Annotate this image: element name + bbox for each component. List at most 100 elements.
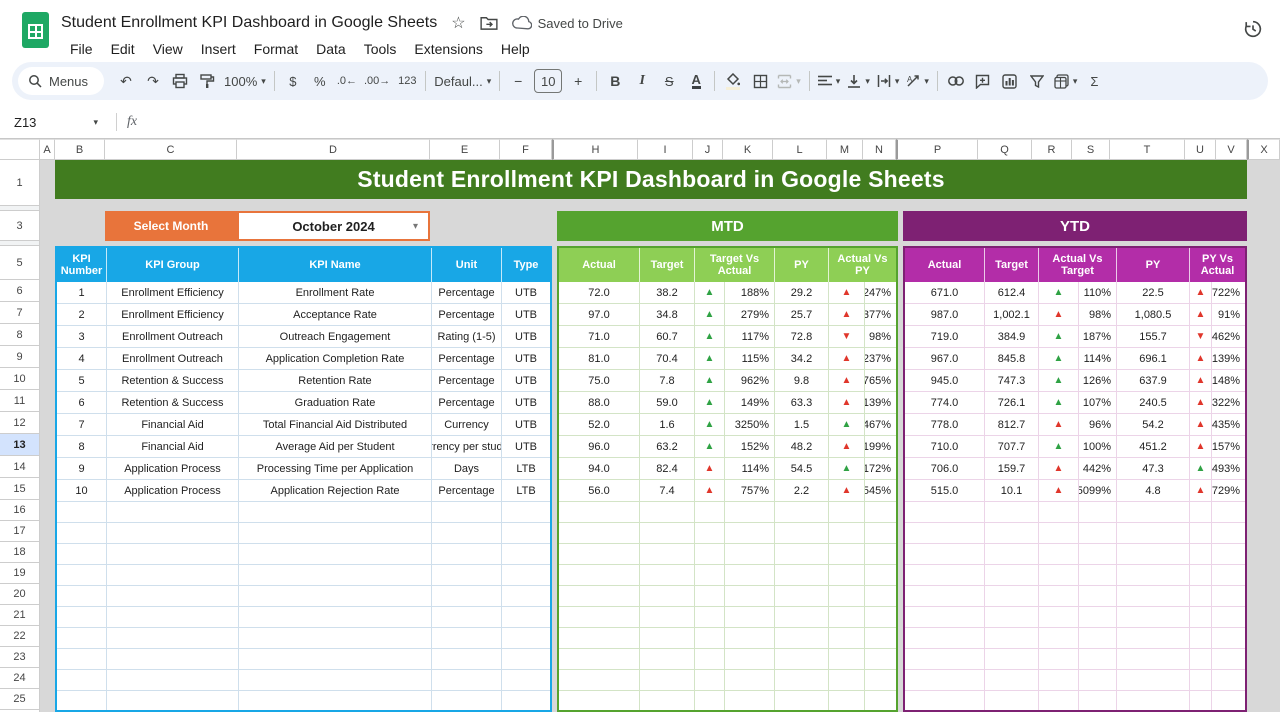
cell-kpi-number[interactable]: 3 <box>57 326 107 348</box>
actual-vs-py-trend-icon[interactable]: ▲ <box>829 392 865 414</box>
cell-mtd-target[interactable]: 59.0 <box>640 392 695 414</box>
cell-kpi-name[interactable]: Enrollment Rate <box>239 282 432 304</box>
column-header-B[interactable]: B <box>55 139 105 160</box>
menu-item-view[interactable]: View <box>144 39 192 59</box>
cell-target-vs-actual[interactable]: 115% <box>725 348 775 370</box>
cell-mtd-target[interactable]: 7.8 <box>640 370 695 392</box>
row-header-11[interactable]: 11 <box>0 390 40 412</box>
cell-actual-vs-target[interactable]: 100% <box>1079 436 1117 458</box>
cell-kpi-name[interactable]: Acceptance Rate <box>239 304 432 326</box>
column-header-N[interactable]: N <box>863 139 896 160</box>
number-format-button[interactable]: 123 <box>394 68 420 94</box>
cell-actual-vs-py[interactable]: 377% <box>865 304 896 326</box>
column-header-I[interactable]: I <box>638 139 693 160</box>
cell-kpi-name[interactable]: Application Rejection Rate <box>239 480 432 502</box>
cell-unit[interactable]: Currency <box>432 414 502 436</box>
cell-ytd-actual[interactable]: 945.0 <box>905 370 985 392</box>
cell-mtd-py[interactable]: 34.2 <box>775 348 829 370</box>
cell-ytd-target[interactable]: 707.7 <box>985 436 1039 458</box>
cell-type[interactable]: UTB <box>502 414 550 436</box>
actual-vs-target-trend-icon[interactable]: ▲ <box>1039 392 1079 414</box>
row-header-16[interactable]: 16 <box>0 500 40 521</box>
cell-mtd-py[interactable]: 48.2 <box>775 436 829 458</box>
cell-py-vs-actual[interactable]: 1493% <box>1212 458 1245 480</box>
cell-kpi-group[interactable]: Enrollment Efficiency <box>107 304 239 326</box>
dashboard-title-banner[interactable]: Student Enrollment KPI Dashboard in Goog… <box>55 160 1247 199</box>
text-rotation-button[interactable]: A <box>903 68 932 94</box>
column-header-R[interactable]: R <box>1032 139 1072 160</box>
cell-unit[interactable]: Percentage <box>432 282 502 304</box>
cell-kpi-number[interactable]: 6 <box>57 392 107 414</box>
cell-mtd-py[interactable]: 72.8 <box>775 326 829 348</box>
cell-target-vs-actual[interactable]: 757% <box>725 480 775 502</box>
font-size-input[interactable]: 10 <box>534 69 562 93</box>
cell-mtd-actual[interactable]: 52.0 <box>559 414 640 436</box>
row-header-3[interactable]: 3 <box>0 211 40 241</box>
target-vs-actual-trend-icon[interactable]: ▲ <box>695 348 725 370</box>
cell-actual-vs-py[interactable]: 139% <box>865 392 896 414</box>
column-header-P[interactable]: P <box>896 139 978 160</box>
cell-kpi-name[interactable]: Total Financial Aid Distributed <box>239 414 432 436</box>
cell-mtd-actual[interactable]: 75.0 <box>559 370 640 392</box>
column-header-H[interactable]: H <box>552 139 638 160</box>
cell-ytd-py[interactable]: 22.5 <box>1117 282 1190 304</box>
ytd-header-actual[interactable]: Actual <box>905 248 985 282</box>
horizontal-align-button[interactable] <box>815 68 844 94</box>
saved-to-drive-status[interactable]: Saved to Drive <box>512 16 623 31</box>
target-vs-actual-trend-icon[interactable]: ▲ <box>695 392 725 414</box>
cell-kpi-group[interactable]: Retention & Success <box>107 392 239 414</box>
column-header-X[interactable]: X <box>1247 139 1280 160</box>
cell-type[interactable]: UTB <box>502 392 550 414</box>
move-to-folder-button[interactable] <box>480 16 498 30</box>
name-box[interactable]: Z13 ▾ <box>14 115 106 130</box>
menu-item-data[interactable]: Data <box>307 39 355 59</box>
menu-item-edit[interactable]: Edit <box>102 39 144 59</box>
cell-actual-vs-py[interactable]: 765% <box>865 370 896 392</box>
cell-actual-vs-py[interactable]: 172% <box>865 458 896 480</box>
cell-kpi-number[interactable]: 8 <box>57 436 107 458</box>
row-header-12[interactable]: 12 <box>0 412 40 434</box>
row-header-24[interactable]: 24 <box>0 668 40 689</box>
cell-kpi-number[interactable]: 9 <box>57 458 107 480</box>
cell-mtd-py[interactable]: 54.5 <box>775 458 829 480</box>
insert-chart-button[interactable] <box>997 68 1023 94</box>
redo-button[interactable]: ↷ <box>140 68 166 94</box>
column-header-L[interactable]: L <box>773 139 827 160</box>
menu-item-tools[interactable]: Tools <box>355 39 406 59</box>
mtd-header-py[interactable]: PY <box>775 248 829 282</box>
cell-ytd-py[interactable]: 637.9 <box>1117 370 1190 392</box>
ytd-section-banner[interactable]: YTD <box>903 211 1247 241</box>
functions-button[interactable]: Σ <box>1081 68 1107 94</box>
target-vs-actual-trend-icon[interactable]: ▲ <box>695 282 725 304</box>
cell-ytd-actual[interactable]: 967.0 <box>905 348 985 370</box>
column-header-J[interactable]: J <box>693 139 723 160</box>
row-header-13[interactable]: 13 <box>0 434 40 456</box>
py-vs-actual-trend-icon[interactable]: ▲ <box>1190 414 1212 436</box>
mtd-header-actual[interactable]: Actual <box>559 248 640 282</box>
strikethrough-button[interactable]: S <box>656 68 682 94</box>
row-header-25[interactable]: 25 <box>0 689 40 710</box>
actual-vs-py-trend-icon[interactable]: ▲ <box>829 458 865 480</box>
cell-mtd-actual[interactable]: 94.0 <box>559 458 640 480</box>
insert-link-button[interactable] <box>943 68 969 94</box>
cell-kpi-name[interactable]: Graduation Rate <box>239 392 432 414</box>
actual-vs-py-trend-icon[interactable]: ▲ <box>829 348 865 370</box>
target-vs-actual-trend-icon[interactable]: ▲ <box>695 370 725 392</box>
actual-vs-target-trend-icon[interactable]: ▲ <box>1039 370 1079 392</box>
cell-ytd-actual[interactable]: 706.0 <box>905 458 985 480</box>
actual-vs-py-trend-icon[interactable]: ▲ <box>829 370 865 392</box>
cell-target-vs-actual[interactable]: 152% <box>725 436 775 458</box>
cell-ytd-py[interactable]: 47.3 <box>1117 458 1190 480</box>
ytd-header-py-vs-actual[interactable]: PY Vs Actual <box>1190 248 1245 282</box>
text-wrap-button[interactable] <box>874 68 903 94</box>
py-vs-actual-trend-icon[interactable]: ▲ <box>1190 370 1212 392</box>
cell-actual-vs-py[interactable]: 98% <box>865 326 896 348</box>
zoom-select[interactable]: 100% <box>221 68 269 94</box>
cell-mtd-actual[interactable]: 72.0 <box>559 282 640 304</box>
table-views-button[interactable] <box>1051 68 1081 94</box>
cell-ytd-py[interactable]: 240.5 <box>1117 392 1190 414</box>
column-header-E[interactable]: E <box>430 139 500 160</box>
cell-unit[interactable]: Currency per student <box>432 436 502 458</box>
py-vs-actual-trend-icon[interactable]: ▲ <box>1190 392 1212 414</box>
actual-vs-target-trend-icon[interactable]: ▲ <box>1039 458 1079 480</box>
